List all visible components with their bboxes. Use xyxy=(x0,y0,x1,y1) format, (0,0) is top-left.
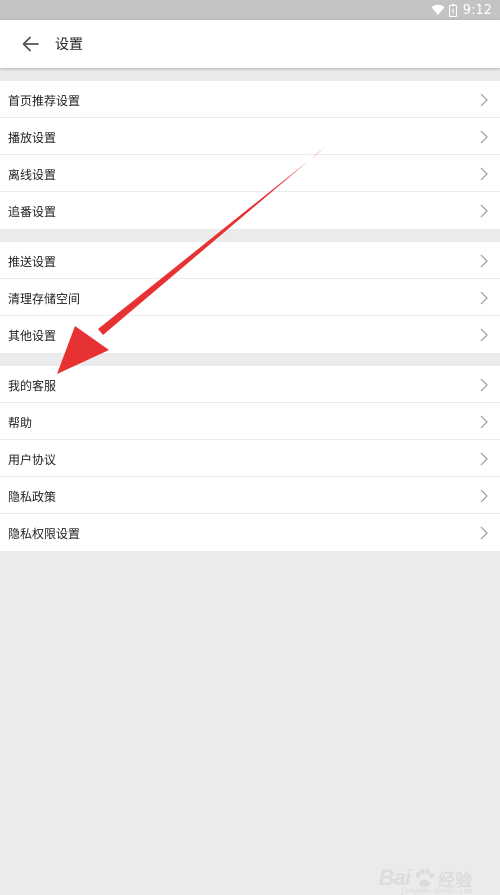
settings-item-label: 推送设置 xyxy=(8,255,57,269)
settings-item-label: 隐私权限设置 xyxy=(8,527,81,541)
settings-item-offline[interactable]: 离线设置 xyxy=(0,155,500,192)
chevron-right-icon xyxy=(480,415,488,429)
settings-item-label: 其他设置 xyxy=(8,329,57,343)
settings-item-privacy-permissions[interactable]: 隐私权限设置 xyxy=(0,514,500,551)
settings-item-privacy-policy[interactable]: 隐私政策 xyxy=(0,477,500,514)
settings-item-label: 隐私政策 xyxy=(8,490,57,504)
settings-item-playback[interactable]: 播放设置 xyxy=(0,118,500,155)
settings-item-label: 用户协议 xyxy=(8,453,57,467)
chevron-right-icon xyxy=(480,204,488,218)
settings-item-label: 离线设置 xyxy=(8,168,57,182)
arrow-left-icon xyxy=(22,36,39,52)
back-button[interactable] xyxy=(18,32,44,56)
settings-item-label: 首页推荐设置 xyxy=(8,94,81,108)
settings-group-system: 推送设置 清理存储空间 其他设置 xyxy=(0,242,500,353)
battery-icon xyxy=(448,3,457,17)
chevron-right-icon xyxy=(480,93,488,107)
settings-item-label: 追番设置 xyxy=(8,205,57,219)
status-time: 9:12 xyxy=(462,2,492,18)
settings-group-general: 首页推荐设置 播放设置 离线设置 追番设置 xyxy=(0,81,500,229)
settings-item-label: 清理存储空间 xyxy=(8,292,81,306)
settings-item-home-recommend[interactable]: 首页推荐设置 xyxy=(0,81,500,118)
chevron-right-icon xyxy=(480,130,488,144)
settings-item-label: 我的客服 xyxy=(8,379,57,393)
chevron-right-icon xyxy=(480,489,488,503)
chevron-right-icon xyxy=(480,328,488,342)
chevron-right-icon xyxy=(480,526,488,540)
page-title: 设置 xyxy=(55,37,83,53)
chevron-right-icon xyxy=(480,452,488,466)
settings-item-other[interactable]: 其他设置 xyxy=(0,316,500,353)
chevron-right-icon xyxy=(480,254,488,268)
settings-item-clear-storage[interactable]: 清理存储空间 xyxy=(0,279,500,316)
chevron-right-icon xyxy=(480,291,488,305)
wifi-icon xyxy=(431,4,445,16)
chevron-right-icon xyxy=(480,167,488,181)
chevron-right-icon xyxy=(480,378,488,392)
settings-item-customer-service[interactable]: 我的客服 xyxy=(0,366,500,403)
settings-group-support: 我的客服 帮助 用户协议 隐私政策 隐私权限设置 xyxy=(0,366,500,551)
settings-item-help[interactable]: 帮助 xyxy=(0,403,500,440)
paw-icon xyxy=(415,868,434,887)
app-header: 设置 xyxy=(0,20,500,68)
settings-item-label: 帮助 xyxy=(8,416,33,430)
settings-item-push[interactable]: 推送设置 xyxy=(0,242,500,279)
settings-item-user-agreement[interactable]: 用户协议 xyxy=(0,440,500,477)
settings-item-follow-anime[interactable]: 追番设置 xyxy=(0,192,500,229)
status-bar: 9:12 xyxy=(0,0,500,20)
settings-item-label: 播放设置 xyxy=(8,131,57,145)
